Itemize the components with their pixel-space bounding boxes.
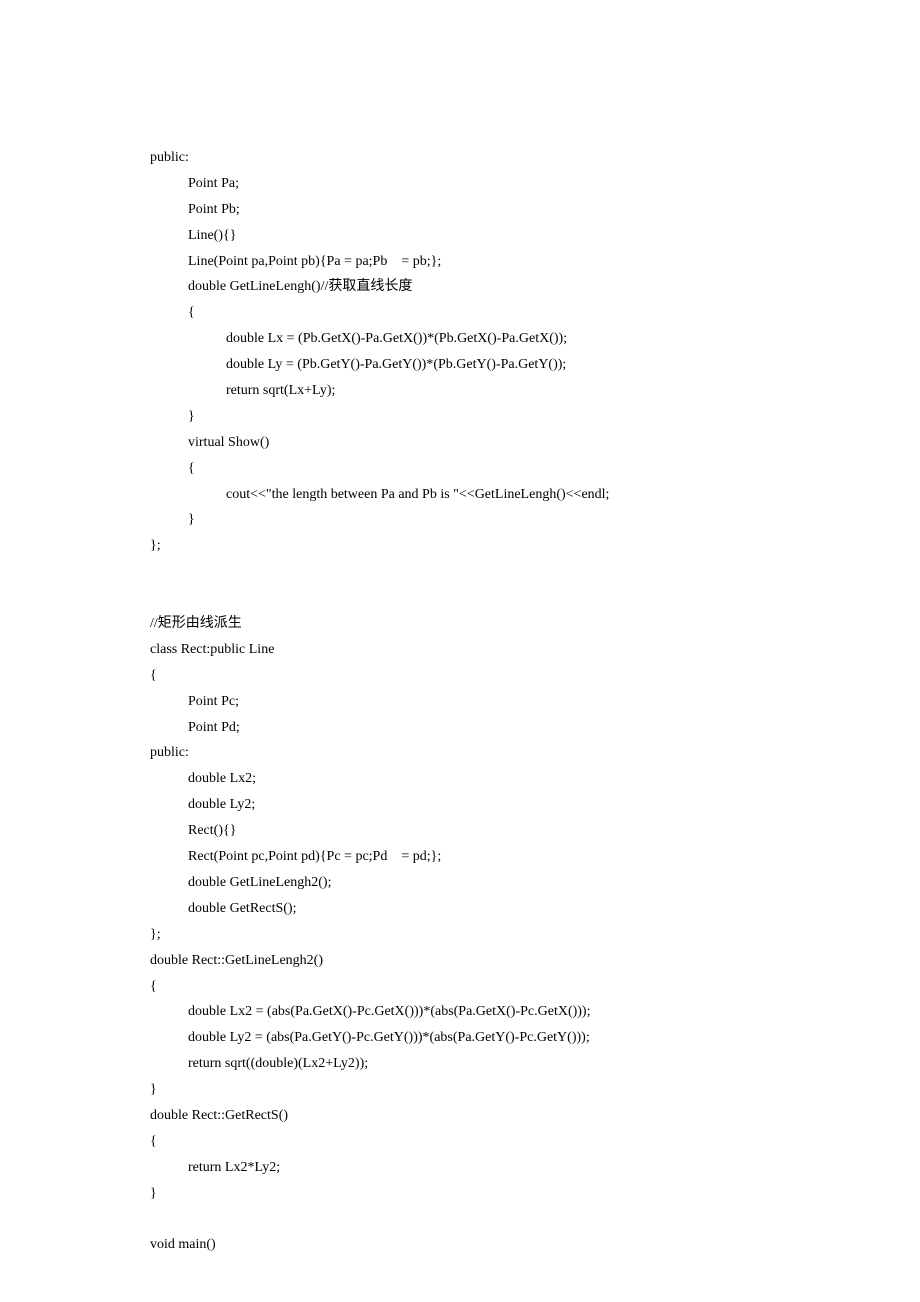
code-line: cout<<"the length between Pa and Pb is "… xyxy=(150,482,770,508)
code-line: } xyxy=(150,1181,770,1207)
code-line: return Lx2*Ly2; xyxy=(150,1155,770,1181)
code-line: }; xyxy=(150,533,770,559)
code-line xyxy=(150,1207,770,1233)
code-line: public: xyxy=(150,740,770,766)
code-line: double Rect::GetLineLengh2() xyxy=(150,948,770,974)
code-line: double Lx2 = (abs(Pa.GetX()-Pc.GetX()))*… xyxy=(150,999,770,1025)
code-line: double Rect::GetRectS() xyxy=(150,1103,770,1129)
code-line: { xyxy=(150,456,770,482)
code-line: double Lx = (Pb.GetX()-Pa.GetX())*(Pb.Ge… xyxy=(150,326,770,352)
code-line: return sqrt(Lx+Ly); xyxy=(150,378,770,404)
code-line: } xyxy=(150,507,770,533)
code-line: double Ly = (Pb.GetY()-Pa.GetY())*(Pb.Ge… xyxy=(150,352,770,378)
code-line: } xyxy=(150,404,770,430)
code-line: double GetLineLengh2(); xyxy=(150,870,770,896)
code-line: Line(){} xyxy=(150,223,770,249)
code-line: double Ly2 = (abs(Pa.GetY()-Pc.GetY()))*… xyxy=(150,1025,770,1051)
code-line: double GetLineLengh()//获取直线长度 xyxy=(150,274,770,300)
code-line: Rect(Point pc,Point pd){Pc = pc;Pd = pd;… xyxy=(150,844,770,870)
code-line: return sqrt((double)(Lx2+Ly2)); xyxy=(150,1051,770,1077)
code-line: class Rect:public Line xyxy=(150,637,770,663)
code-line: Point Pc; xyxy=(150,689,770,715)
code-line: public: xyxy=(150,145,770,171)
code-document: public:Point Pa;Point Pb;Line(){}Line(Po… xyxy=(150,145,770,1258)
code-line: double Lx2; xyxy=(150,766,770,792)
code-line: virtual Show() xyxy=(150,430,770,456)
code-line xyxy=(150,559,770,585)
code-line: } xyxy=(150,1077,770,1103)
code-line: }; xyxy=(150,922,770,948)
code-line: { xyxy=(150,300,770,326)
code-line: Point Pd; xyxy=(150,715,770,741)
code-line: //矩形由线派生 xyxy=(150,611,770,637)
code-line: Line(Point pa,Point pb){Pa = pa;Pb = pb;… xyxy=(150,249,770,275)
code-line: Rect(){} xyxy=(150,818,770,844)
code-line: { xyxy=(150,1129,770,1155)
code-line: void main() xyxy=(150,1232,770,1258)
code-line: Point Pb; xyxy=(150,197,770,223)
code-line: double Ly2; xyxy=(150,792,770,818)
code-line: double GetRectS(); xyxy=(150,896,770,922)
code-line: { xyxy=(150,974,770,1000)
code-line xyxy=(150,585,770,611)
code-line: Point Pa; xyxy=(150,171,770,197)
code-line: { xyxy=(150,663,770,689)
